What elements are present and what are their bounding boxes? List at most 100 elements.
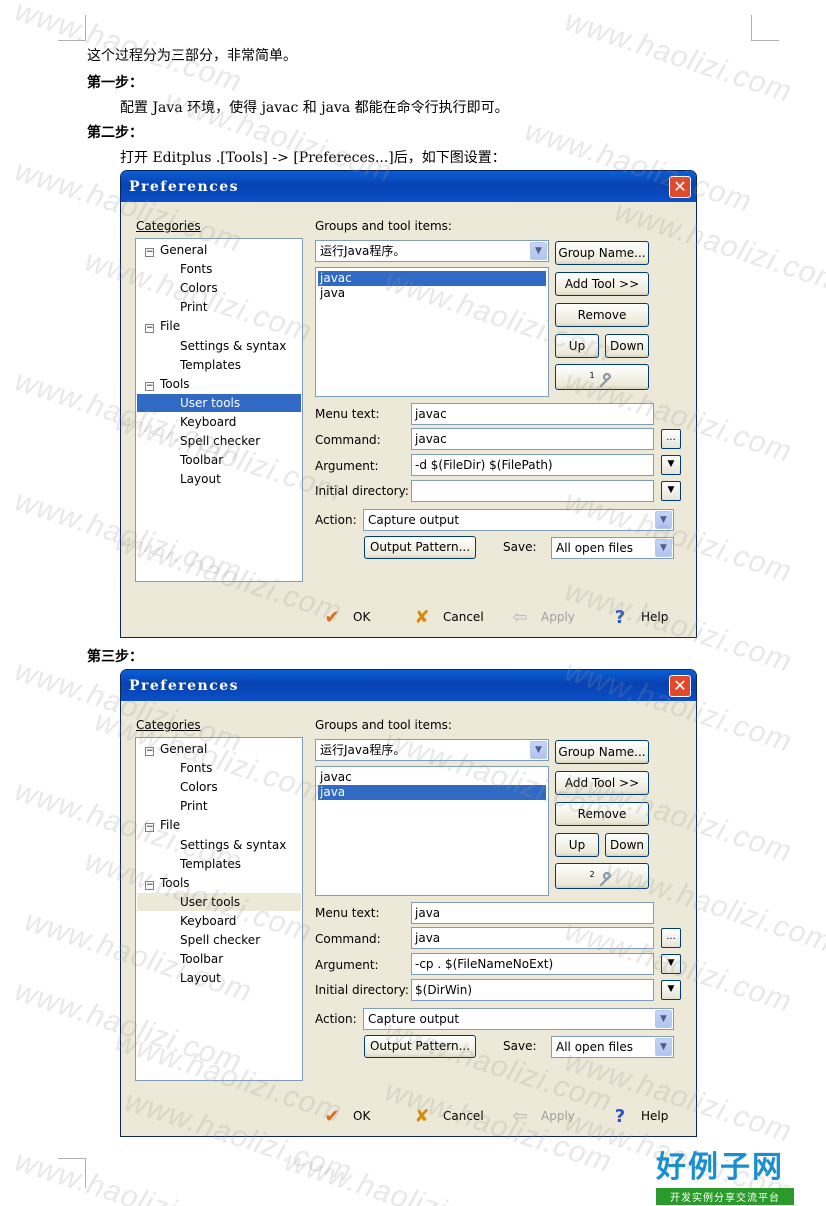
menu-text-field[interactable]: javac bbox=[411, 403, 654, 425]
tree-item-tools[interactable]: − Tools bbox=[145, 874, 190, 892]
dialog-title-bar[interactable]: Preferences ✕ bbox=[121, 670, 696, 701]
close-button[interactable]: ✕ bbox=[669, 176, 691, 198]
ok-button[interactable]: ✔ OK bbox=[321, 1106, 370, 1127]
tree-item-fonts[interactable]: Fonts bbox=[180, 260, 212, 278]
apply-button[interactable]: ⇦ Apply bbox=[509, 1106, 574, 1127]
tree-item-fonts[interactable]: Fonts bbox=[180, 759, 212, 777]
command-field[interactable]: java bbox=[411, 927, 654, 949]
initial-directory-field[interactable] bbox=[411, 480, 654, 502]
tool-items-list[interactable]: javac java bbox=[315, 766, 549, 896]
chevron-down-icon[interactable]: ▼ bbox=[530, 242, 547, 260]
output-pattern-button[interactable]: Output Pattern... bbox=[364, 536, 476, 559]
chevron-down-icon[interactable]: ▼ bbox=[530, 741, 547, 759]
group-select-value: 运行Java程序。 bbox=[320, 743, 406, 757]
initial-directory-dropdown-button[interactable]: ▼ bbox=[661, 980, 681, 1000]
tree-item-layout[interactable]: Layout bbox=[180, 470, 221, 488]
collapse-icon[interactable]: − bbox=[145, 747, 154, 756]
chevron-down-icon[interactable]: ▼ bbox=[655, 1010, 672, 1028]
tree-item-spell-checker[interactable]: Spell checker bbox=[180, 432, 260, 450]
collapse-icon[interactable]: − bbox=[145, 881, 154, 890]
tree-item-templates[interactable]: Templates bbox=[180, 855, 241, 873]
tree-item-settings-syntax[interactable]: Settings & syntax bbox=[180, 337, 286, 355]
cancel-button[interactable]: ✘ Cancel bbox=[411, 1106, 483, 1127]
list-item[interactable]: javac bbox=[318, 770, 546, 785]
collapse-icon[interactable]: − bbox=[145, 248, 154, 257]
tree-item-user-tools[interactable]: User tools bbox=[137, 893, 301, 911]
help-button[interactable]: ? Help bbox=[609, 607, 669, 628]
tree-item-templates[interactable]: Templates bbox=[180, 356, 241, 374]
up-button[interactable]: Up bbox=[555, 334, 599, 358]
command-field[interactable]: javac bbox=[411, 428, 654, 450]
help-label: Help bbox=[641, 610, 669, 624]
argument-dropdown-button[interactable]: ▼ bbox=[661, 954, 681, 974]
tool-items-list[interactable]: javac java bbox=[315, 267, 549, 397]
ok-button[interactable]: ✔ OK bbox=[321, 607, 370, 628]
list-item[interactable]: java bbox=[318, 286, 546, 301]
tree-item-layout[interactable]: Layout bbox=[180, 969, 221, 987]
tree-item-general[interactable]: − General bbox=[145, 740, 207, 758]
dialog-title-bar[interactable]: Preferences ✕ bbox=[121, 171, 696, 202]
remove-button[interactable]: Remove bbox=[555, 802, 649, 826]
ok-label: OK bbox=[353, 1109, 371, 1123]
tree-item-file[interactable]: − File bbox=[145, 816, 180, 834]
action-label: Action: bbox=[315, 513, 357, 527]
down-button[interactable]: Down bbox=[605, 334, 649, 358]
tree-item-colors[interactable]: Colors bbox=[180, 279, 218, 297]
down-button[interactable]: Down bbox=[605, 833, 649, 857]
tree-item-print[interactable]: Print bbox=[180, 797, 208, 815]
collapse-icon[interactable]: − bbox=[145, 324, 154, 333]
categories-tree[interactable]: − General Fonts Colors Print − File Settin… bbox=[135, 238, 303, 582]
tree-item-settings-syntax[interactable]: Settings & syntax bbox=[180, 836, 286, 854]
tool-icon-button[interactable]: 2 bbox=[555, 863, 649, 889]
tree-item-label: File bbox=[160, 818, 181, 832]
chevron-down-icon[interactable]: ▼ bbox=[655, 1038, 672, 1056]
collapse-icon[interactable]: − bbox=[145, 382, 154, 391]
initial-directory-dropdown-button[interactable]: ▼ bbox=[661, 481, 681, 501]
tree-item-print[interactable]: Print bbox=[180, 298, 208, 316]
remove-button[interactable]: Remove bbox=[555, 303, 649, 327]
tree-item-colors[interactable]: Colors bbox=[180, 778, 218, 796]
action-select[interactable]: Capture output ▼ bbox=[363, 1008, 674, 1030]
up-button[interactable]: Up bbox=[555, 833, 599, 857]
tree-item-label: File bbox=[160, 319, 181, 333]
group-select[interactable]: 运行Java程序。 ▼ bbox=[315, 240, 549, 262]
save-select[interactable]: All open files ▼ bbox=[551, 1036, 674, 1058]
close-button[interactable]: ✕ bbox=[669, 675, 691, 697]
add-tool-button[interactable]: Add Tool >> bbox=[555, 771, 649, 795]
menu-text-field[interactable]: java bbox=[411, 902, 654, 924]
tree-item-general[interactable]: − General bbox=[145, 241, 207, 259]
browse-button[interactable]: ... bbox=[661, 429, 681, 449]
group-select[interactable]: 运行Java程序。 ▼ bbox=[315, 739, 549, 761]
group-name-button[interactable]: Group Name... bbox=[555, 740, 649, 764]
command-label: Command: bbox=[315, 433, 381, 447]
tree-item-file[interactable]: − File bbox=[145, 317, 180, 335]
tool-icon-button[interactable]: 1 bbox=[555, 364, 649, 390]
help-button[interactable]: ? Help bbox=[609, 1106, 669, 1127]
tree-item-keyboard[interactable]: Keyboard bbox=[180, 912, 236, 930]
add-tool-button[interactable]: Add Tool >> bbox=[555, 272, 649, 296]
browse-button[interactable]: ... bbox=[661, 928, 681, 948]
chevron-down-icon[interactable]: ▼ bbox=[655, 511, 672, 529]
apply-button[interactable]: ⇦ Apply bbox=[509, 607, 574, 628]
chevron-down-icon[interactable]: ▼ bbox=[655, 539, 672, 557]
tree-item-spell-checker[interactable]: Spell checker bbox=[180, 931, 260, 949]
save-select[interactable]: All open files ▼ bbox=[551, 537, 674, 559]
output-pattern-button[interactable]: Output Pattern... bbox=[364, 1035, 476, 1058]
collapse-icon[interactable]: − bbox=[145, 823, 154, 832]
tree-item-keyboard[interactable]: Keyboard bbox=[180, 413, 236, 431]
argument-dropdown-button[interactable]: ▼ bbox=[661, 455, 681, 475]
tree-item-toolbar[interactable]: Toolbar bbox=[180, 950, 223, 968]
argument-field[interactable]: -cp . $(FileNameNoExt) bbox=[411, 953, 654, 975]
tree-item-label: Tools bbox=[160, 876, 190, 890]
action-select[interactable]: Capture output ▼ bbox=[363, 509, 674, 531]
tree-item-toolbar[interactable]: Toolbar bbox=[180, 451, 223, 469]
list-item[interactable]: javac bbox=[318, 271, 546, 286]
group-name-button[interactable]: Group Name... bbox=[555, 241, 649, 265]
tree-item-tools[interactable]: − Tools bbox=[145, 375, 190, 393]
tree-item-user-tools[interactable]: User tools bbox=[137, 394, 301, 412]
cancel-button[interactable]: ✘ Cancel bbox=[411, 607, 483, 628]
initial-directory-field[interactable]: $(DirWin) bbox=[411, 979, 654, 1001]
list-item[interactable]: java bbox=[318, 785, 546, 800]
argument-field[interactable]: -d $(FileDir) $(FilePath) bbox=[411, 454, 654, 476]
categories-tree[interactable]: − General Fonts Colors Print − File Settin… bbox=[135, 737, 303, 1081]
